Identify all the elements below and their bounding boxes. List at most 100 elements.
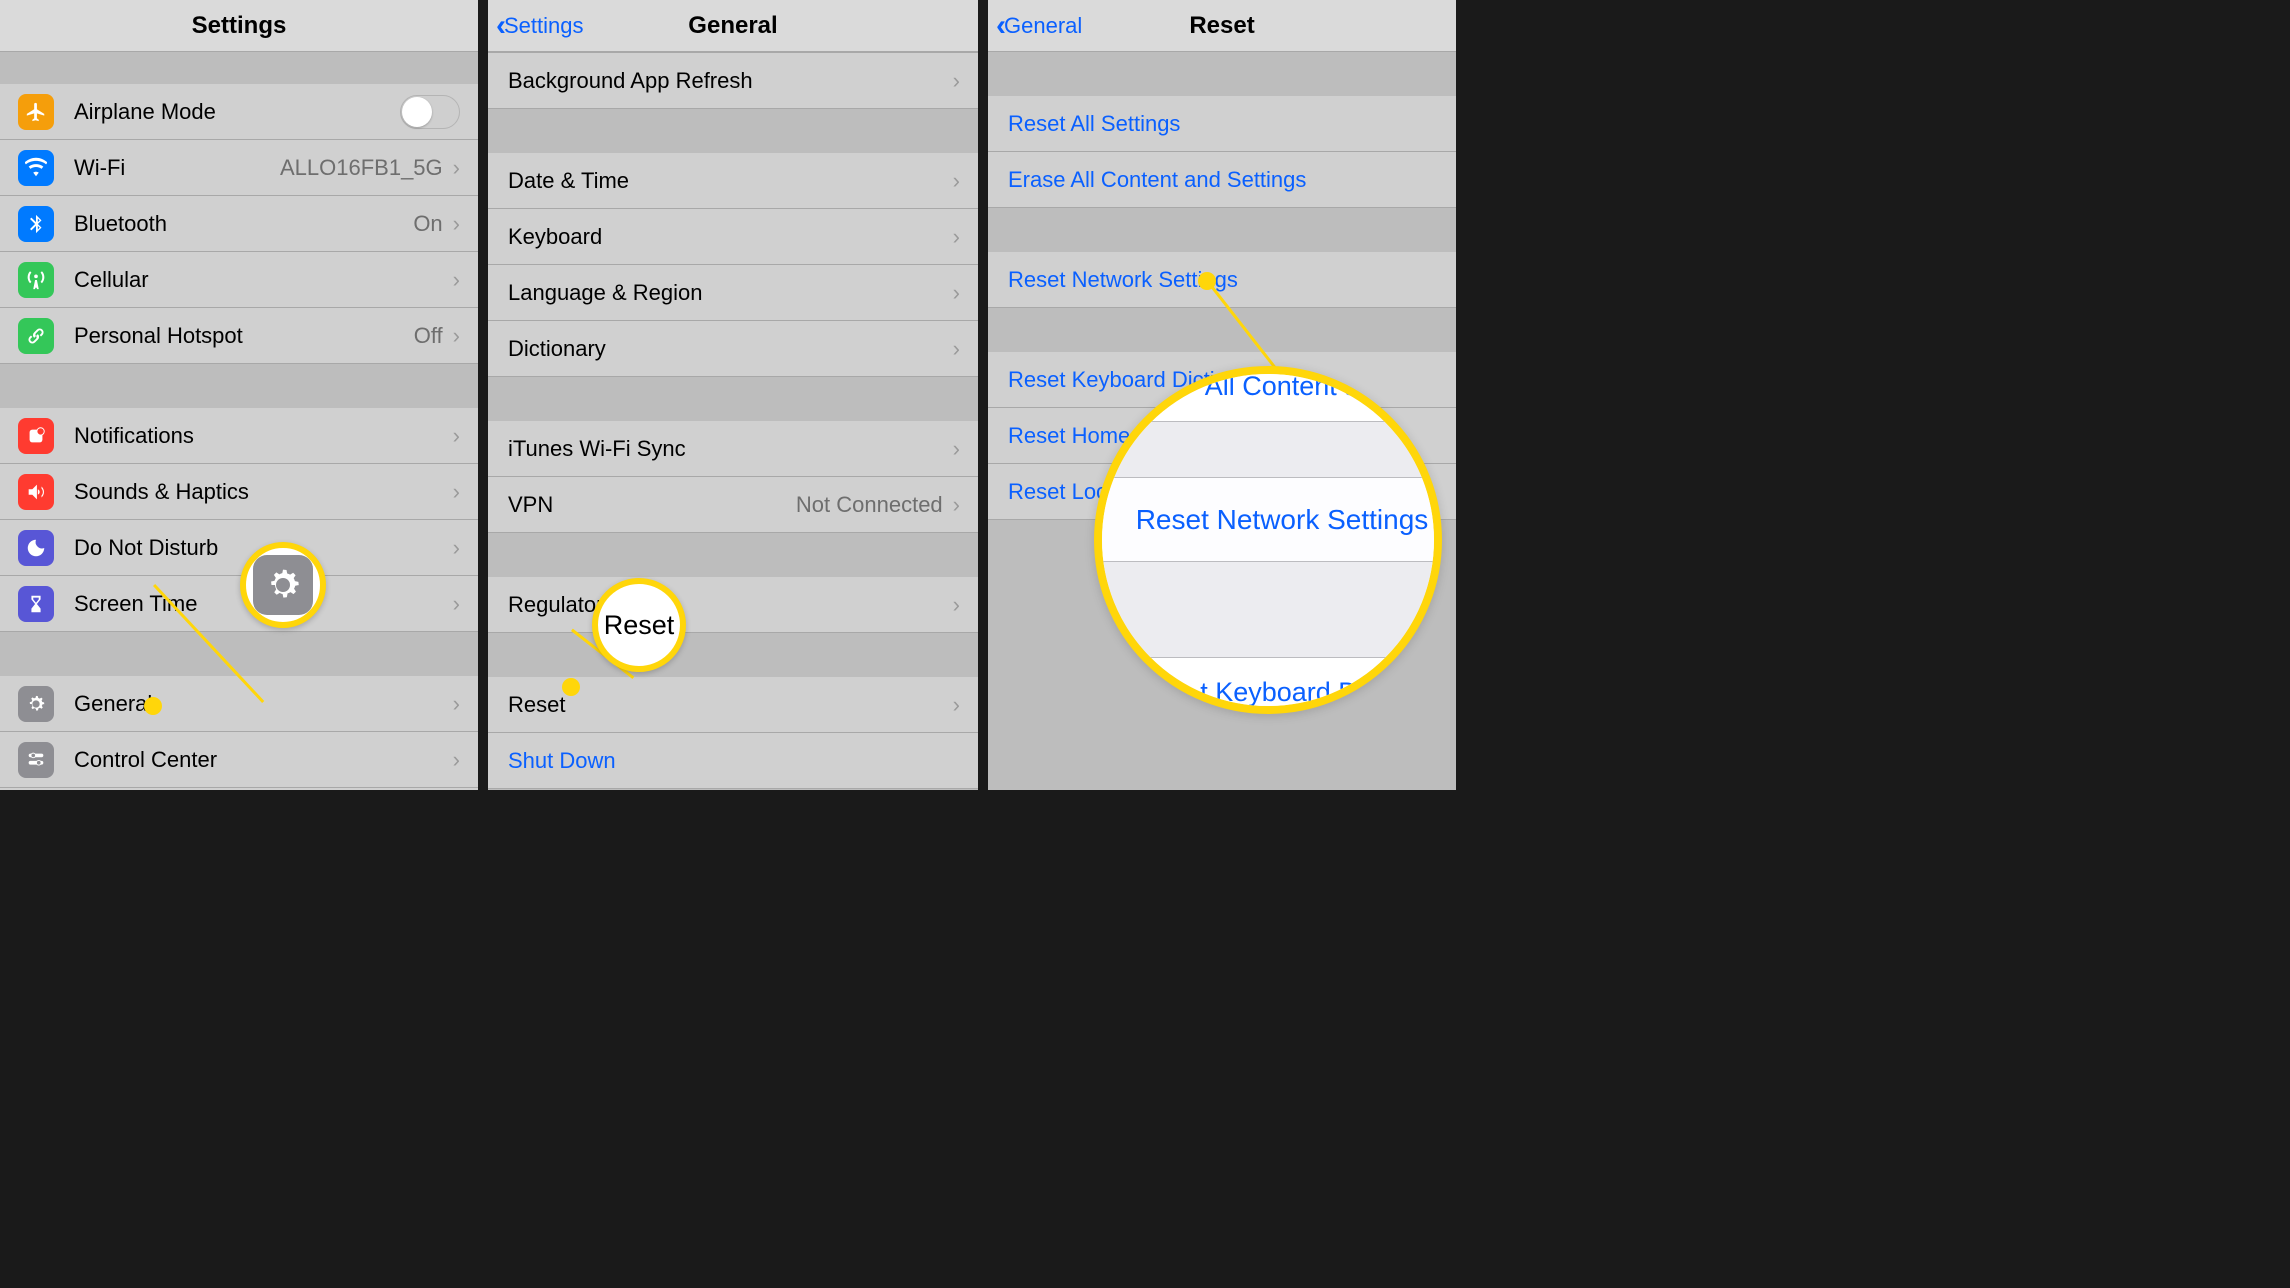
row-general[interactable]: General › — [0, 676, 478, 732]
highlight-dot — [1198, 272, 1216, 290]
airplane-icon — [18, 94, 54, 130]
chevron-right-icon: › — [453, 155, 460, 181]
chevron-right-icon: › — [453, 267, 460, 293]
row-label: Wi-Fi — [74, 155, 280, 181]
row-airplane-mode[interactable]: Airplane Mode — [0, 84, 478, 140]
reset-pane: ‹ General Reset Reset All Settings Erase… — [988, 0, 1456, 790]
row-notifications[interactable]: Notifications › — [0, 408, 478, 464]
row-itunes-sync[interactable]: iTunes Wi-Fi Sync › — [488, 421, 978, 477]
row-label: Shut Down — [508, 748, 960, 774]
chevron-right-icon: › — [953, 280, 960, 306]
row-label: Keyboard — [508, 224, 953, 250]
row-regulatory[interactable]: Regulatory › — [488, 577, 978, 633]
chevron-right-icon: › — [953, 336, 960, 362]
row-detail: Not Connected — [796, 492, 943, 518]
highlight-dot — [144, 697, 162, 715]
row-bg-refresh[interactable]: Background App Refresh › — [488, 53, 978, 109]
row-keyboard[interactable]: Keyboard › — [488, 209, 978, 265]
gear-icon — [253, 555, 313, 615]
back-label: Settings — [504, 13, 584, 39]
chevron-right-icon: › — [953, 436, 960, 462]
row-label: Cellular — [74, 267, 453, 293]
chevron-right-icon: › — [453, 747, 460, 773]
row-dnd[interactable]: Do Not Disturb › — [0, 520, 478, 576]
row-language[interactable]: Language & Region › — [488, 265, 978, 321]
navbar-general: ‹ Settings General — [488, 0, 978, 52]
row-label: Bluetooth — [74, 211, 413, 237]
callout-partial-bottom: t Keyboard Di — [1102, 658, 1434, 714]
moon-icon — [18, 530, 54, 566]
wifi-icon — [18, 150, 54, 186]
chevron-right-icon: › — [453, 423, 460, 449]
row-label: Control Center — [74, 747, 453, 773]
chevron-right-icon: › — [453, 323, 460, 349]
page-title: Reset — [1189, 12, 1254, 40]
row-dictionary[interactable]: Dictionary › — [488, 321, 978, 377]
chevron-right-icon: › — [953, 224, 960, 250]
row-hotspot[interactable]: Personal Hotspot Off › — [0, 308, 478, 364]
row-label: Regulatory — [508, 592, 953, 618]
chevron-right-icon: › — [453, 591, 460, 617]
chevron-right-icon: › — [953, 492, 960, 518]
row-label: Personal Hotspot — [74, 323, 414, 349]
row-reset-all[interactable]: Reset All Settings — [988, 96, 1456, 152]
back-button[interactable]: ‹ Settings — [496, 9, 584, 43]
row-cellular[interactable]: Cellular › — [0, 252, 478, 308]
callout-highlight-row: Reset Network Settings — [1102, 478, 1434, 562]
row-label: Reset — [508, 692, 953, 718]
row-erase-all[interactable]: Erase All Content and Settings — [988, 152, 1456, 208]
notifications-icon — [18, 418, 54, 454]
page-title: General — [688, 12, 777, 40]
row-label: Background App Refresh — [508, 68, 953, 94]
row-bluetooth[interactable]: Bluetooth On › — [0, 196, 478, 252]
antenna-icon — [18, 262, 54, 298]
row-detail: Off — [414, 323, 443, 349]
chevron-right-icon: › — [453, 535, 460, 561]
link-icon — [18, 318, 54, 354]
callout-reset: Reset — [592, 578, 686, 672]
row-date-time[interactable]: Date & Time › — [488, 153, 978, 209]
chevron-right-icon: › — [953, 168, 960, 194]
row-label: VPN — [508, 492, 796, 518]
row-display[interactable]: Display & Brightness › — [0, 788, 478, 790]
row-label: Reset Network Settings — [1008, 267, 1438, 293]
row-label: Sounds & Haptics — [74, 479, 453, 505]
row-detail: ALLO16FB1_5G — [280, 155, 443, 181]
callout-partial-top: All Content a — [1102, 366, 1434, 422]
bluetooth-icon — [18, 206, 54, 242]
callout-reset-network: All Content a Reset Network Settings t K… — [1094, 366, 1442, 714]
row-sounds[interactable]: Sounds & Haptics › — [0, 464, 478, 520]
chevron-right-icon: › — [453, 479, 460, 505]
navbar-reset: ‹ General Reset — [988, 0, 1456, 52]
back-label: General — [1004, 13, 1082, 39]
row-label: Notifications — [74, 423, 453, 449]
row-label: Reset All Settings — [1008, 111, 1438, 137]
highlight-dot — [562, 678, 580, 696]
chevron-right-icon: › — [453, 691, 460, 717]
row-label: Date & Time — [508, 168, 953, 194]
row-label: General — [74, 691, 453, 717]
page-title: Settings — [192, 12, 287, 40]
chevron-right-icon: › — [953, 592, 960, 618]
row-vpn[interactable]: VPN Not Connected › — [488, 477, 978, 533]
row-label: iTunes Wi-Fi Sync — [508, 436, 953, 462]
row-label: Airplane Mode — [74, 99, 400, 125]
callout-text: Reset — [604, 610, 675, 641]
sound-icon — [18, 474, 54, 510]
row-label: Erase All Content and Settings — [1008, 167, 1438, 193]
controls-icon — [18, 742, 54, 778]
callout-general-icon — [240, 542, 326, 628]
back-button[interactable]: ‹ General — [996, 9, 1082, 43]
chevron-right-icon: › — [953, 68, 960, 94]
general-pane: ‹ Settings General Background App Refres… — [488, 0, 978, 790]
row-shutdown[interactable]: Shut Down — [488, 733, 978, 789]
row-screentime[interactable]: Screen Time › — [0, 576, 478, 632]
row-control-center[interactable]: Control Center › — [0, 732, 478, 788]
row-wifi[interactable]: Wi-Fi ALLO16FB1_5G › — [0, 140, 478, 196]
airplane-toggle[interactable] — [400, 95, 460, 129]
navbar-settings: Settings — [0, 0, 478, 52]
row-detail: On — [413, 211, 442, 237]
row-label: Language & Region — [508, 280, 953, 306]
row-label: Dictionary — [508, 336, 953, 362]
settings-root-pane: Settings Airplane Mode Wi-Fi ALLO16FB1_5… — [0, 0, 478, 790]
